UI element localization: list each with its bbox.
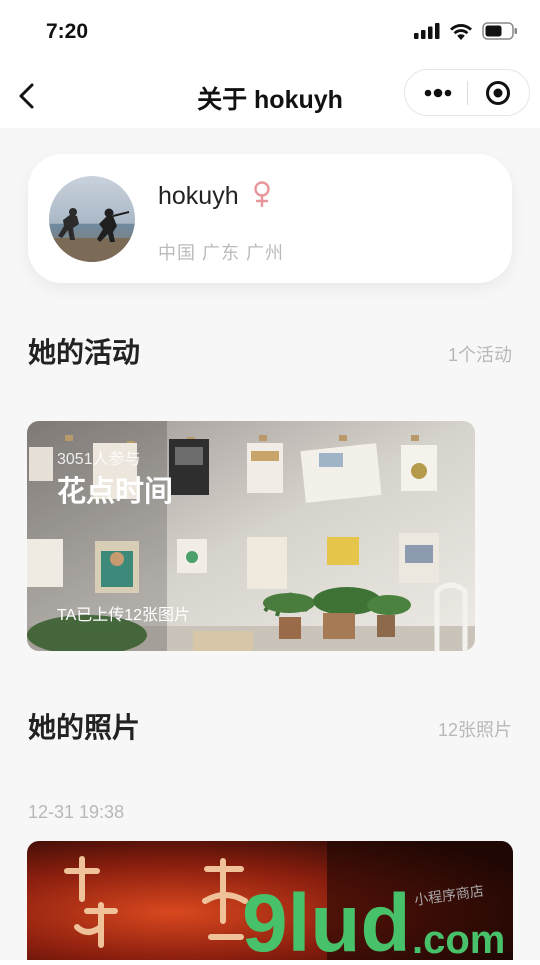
mini-program-capsule	[404, 69, 530, 116]
avatar[interactable]	[49, 176, 135, 262]
username: hokuyh	[158, 182, 239, 210]
nav-bar: 关于 hokuyh	[0, 64, 540, 128]
cellular-signal-icon	[414, 23, 440, 39]
more-dots-icon	[424, 88, 452, 98]
battery-icon	[482, 22, 517, 40]
status-icons	[414, 22, 518, 40]
watermark: 9lud .com 小程序商店	[240, 878, 540, 965]
watermark-tagline: 小程序商店	[413, 883, 485, 909]
activities-heading: 她的活动	[28, 337, 141, 368]
female-icon	[254, 181, 270, 208]
photos-heading: 她的照片	[28, 712, 141, 743]
target-icon	[486, 81, 510, 105]
avatar-photo	[49, 176, 135, 262]
activities-section-header: 她的活动 1个活动	[0, 331, 540, 379]
activity-uploads: TA已上传12张图片	[57, 607, 191, 624]
photos-count: 12张照片	[437, 720, 512, 740]
activity-card[interactable]: 3051人参与 花点时间 TA已上传12张图片	[27, 421, 475, 651]
status-bar: 7:20	[0, 0, 540, 64]
activity-participants: 3051人参与	[57, 451, 141, 468]
status-time: 7:20	[46, 20, 89, 43]
more-button[interactable]	[423, 82, 453, 104]
location: 中国 广东 广州	[158, 243, 285, 263]
photos-section-header: 她的照片 12张照片	[0, 706, 540, 754]
photo-datetime: 12-31 19:38	[28, 802, 125, 822]
activities-count: 1个活动	[447, 345, 512, 365]
activity-title: 花点时间	[57, 476, 174, 508]
close-mini-program-button[interactable]	[485, 80, 511, 106]
watermark-domain: .com	[412, 918, 505, 960]
watermark-logo: 9lud .com 小程序商店	[242, 878, 505, 965]
wifi-icon	[450, 23, 472, 40]
capsule-divider	[467, 81, 468, 105]
watermark-brand: 9lud	[242, 881, 411, 960]
page-content: hokuyh 中国 广东 广州 她的活动 1个活动 3051人参与 花点时间 T…	[0, 128, 540, 960]
profile-card: hokuyh 中国 广东 广州	[28, 154, 512, 283]
